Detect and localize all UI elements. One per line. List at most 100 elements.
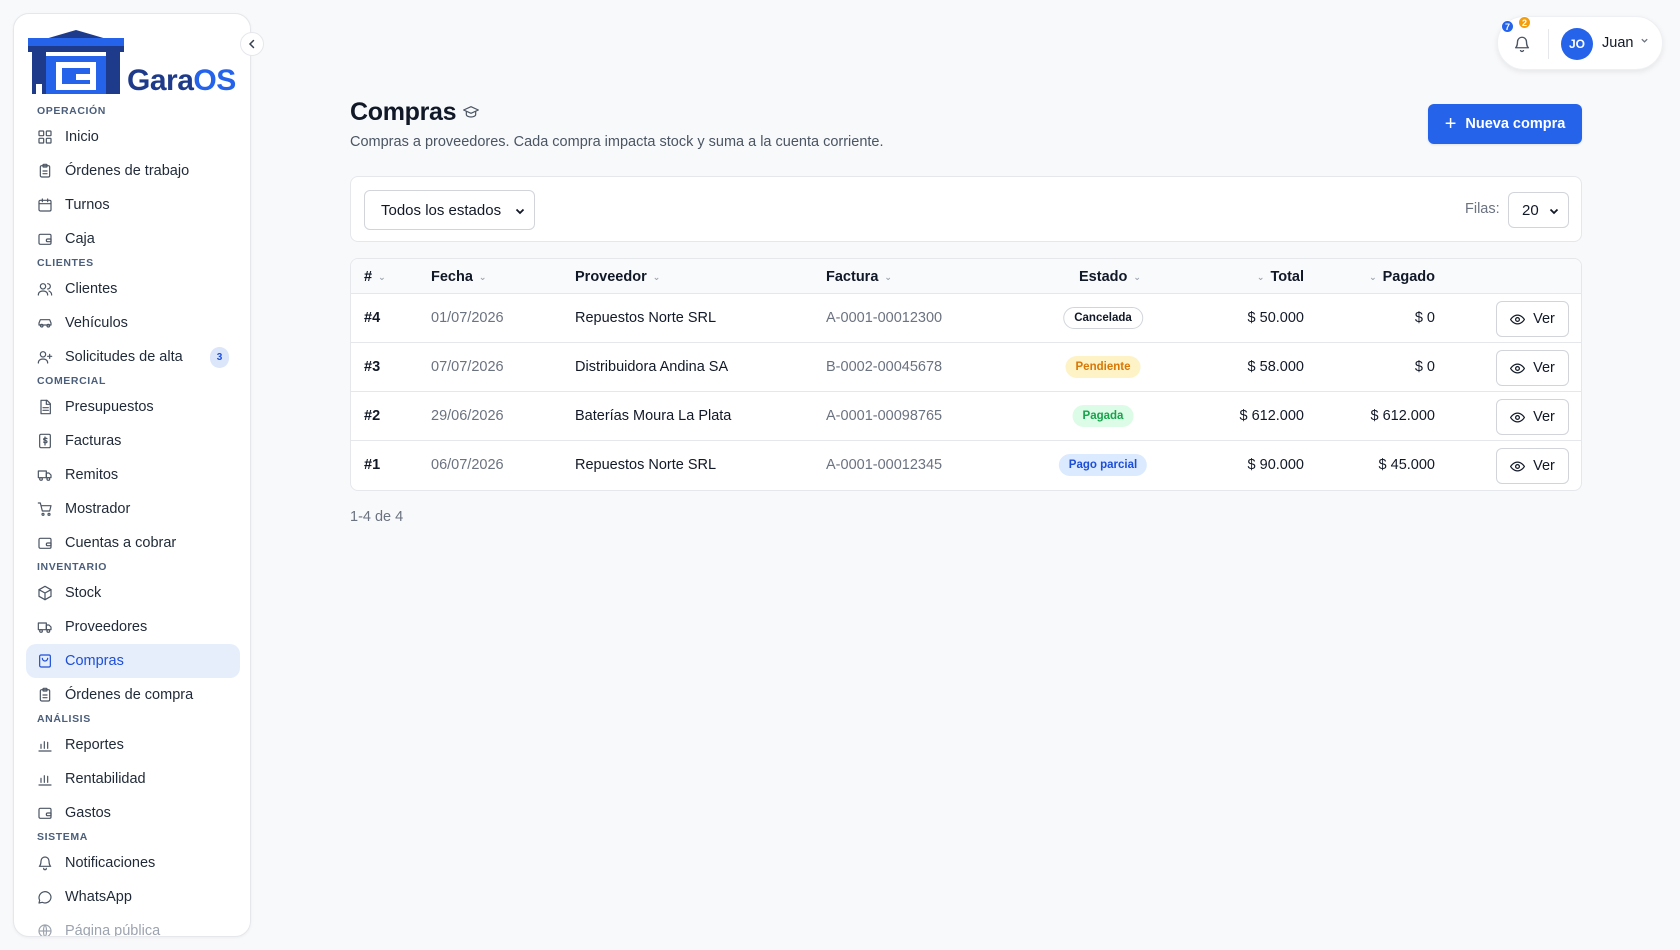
sidebar-item-label: Compras: [65, 653, 124, 669]
chat-icon: [37, 889, 53, 905]
document-icon: [37, 399, 53, 415]
cell-factura: A-0001-00012345: [826, 457, 943, 473]
view-button[interactable]: Ver: [1496, 399, 1569, 435]
users-icon: [37, 281, 53, 297]
logo-text: GaraOS: [127, 64, 236, 97]
graduation-cap-icon[interactable]: [463, 105, 479, 124]
truck-icon: [37, 467, 53, 483]
sidebar-item-turnos[interactable]: Turnos: [26, 188, 240, 222]
invoice-icon: [37, 433, 53, 449]
cell-proveedor: Distribuidora Andina SA: [575, 359, 729, 375]
sidebar-item-presupuestos[interactable]: Presupuestos: [26, 390, 240, 424]
table-row: #2 29/06/2026 Baterías Moura La Plata A-000…: [351, 392, 1581, 441]
status-badge: Pago parcial: [1058, 454, 1148, 476]
status-badge: Pendiente: [1065, 356, 1141, 378]
column-pagado[interactable]: ⌄ Pagado: [1369, 269, 1435, 285]
rows-per-page-select[interactable]: 20: [1508, 192, 1569, 228]
column-factura[interactable]: Factura ⌄: [826, 269, 892, 285]
view-button[interactable]: Ver: [1496, 448, 1569, 484]
sidebar-item-stock[interactable]: Stock: [26, 576, 240, 610]
avatar[interactable]: JO: [1561, 28, 1593, 60]
column-proveedor[interactable]: Proveedor ⌄: [575, 269, 660, 285]
sidebar-item-vehiculos[interactable]: Vehículos: [26, 306, 240, 340]
user-name[interactable]: Juan: [1602, 35, 1633, 51]
sidebar-item-label: Inicio: [65, 129, 99, 145]
section-title-comercial: COMERCIAL: [37, 375, 106, 387]
sidebar-item-remitos[interactable]: Remitos: [26, 458, 240, 492]
sort-icon: ⌄: [1256, 271, 1265, 282]
column-id[interactable]: # ⌄: [364, 269, 386, 285]
sidebar-item-facturas[interactable]: Facturas: [26, 424, 240, 458]
garage-logo-icon: [28, 30, 124, 94]
notifications-button[interactable]: [1513, 35, 1531, 58]
cell-fecha: 29/06/2026: [431, 408, 504, 424]
cell-proveedor: Repuestos Norte SRL: [575, 310, 717, 326]
rows-per-page-label: Filas:: [1465, 201, 1500, 217]
sidebar-item-proveedores[interactable]: Proveedores: [26, 610, 240, 644]
wallet-icon: [37, 535, 53, 551]
sidebar-item-label: Caja: [65, 231, 95, 247]
status-filter-value: Todos los estados: [381, 201, 502, 219]
sidebar-item-label: Notificaciones: [65, 855, 156, 871]
alert-count-badge: 2: [1518, 16, 1531, 29]
bell-icon: [37, 855, 53, 871]
sidebar-item-gastos[interactable]: Gastos: [26, 796, 240, 830]
sidebar-item-ordenes-de-compra[interactable]: Órdenes de compra: [26, 678, 240, 712]
section-title-clientes: CLIENTES: [37, 257, 94, 269]
status-filter-select[interactable]: Todos los estados: [364, 190, 535, 230]
column-fecha[interactable]: Fecha ⌄: [431, 269, 486, 285]
view-label: Ver: [1533, 311, 1555, 327]
shopping-bag-icon: [37, 653, 53, 669]
sidebar-item-label: Remitos: [65, 467, 119, 483]
notification-count-badge: 7: [1501, 20, 1514, 33]
sidebar-item-whatsapp[interactable]: WhatsApp: [26, 880, 240, 914]
sidebar-item-notificaciones[interactable]: Notificaciones: [26, 846, 240, 880]
sidebar-item-reportes[interactable]: Reportes: [26, 728, 240, 762]
sidebar-item-pagina-publica[interactable]: Página pública: [26, 914, 240, 936]
view-label: Ver: [1533, 360, 1555, 376]
sort-icon: ⌄: [378, 271, 386, 282]
cell-pagado: $ 0: [1414, 310, 1435, 326]
sidebar-item-mostrador[interactable]: Mostrador: [26, 492, 240, 526]
cell-factura: A-0001-00012300: [826, 310, 943, 326]
sidebar-item-compras[interactable]: Compras: [26, 644, 240, 678]
truck-icon: [37, 619, 53, 635]
new-purchase-label: Nueva compra: [1465, 116, 1566, 132]
eye-icon: [1510, 362, 1526, 374]
sidebar-item-solicitudes-de-alta[interactable]: Solicitudes de alta 3: [26, 340, 240, 374]
sidebar-item-ordenes-de-trabajo[interactable]: Órdenes de trabajo: [26, 154, 240, 188]
cell-pagado: $ 612.000: [1370, 408, 1435, 424]
view-button[interactable]: Ver: [1496, 350, 1569, 386]
sidebar-item-clientes[interactable]: Clientes: [26, 272, 240, 306]
view-button[interactable]: Ver: [1496, 301, 1569, 337]
sidebar-item-label: Rentabilidad: [65, 771, 146, 787]
globe-icon: [37, 923, 53, 936]
sidebar-item-caja[interactable]: Caja: [26, 222, 240, 256]
collapse-sidebar-button[interactable]: [240, 32, 264, 56]
cell-total: $ 90.000: [1247, 457, 1304, 473]
car-icon: [37, 315, 53, 331]
sidebar-item-inicio[interactable]: Inicio: [26, 120, 240, 154]
purchases-table: # ⌄ Fecha ⌄ Proveedor ⌄ Factura ⌄ Estado ⌄ ⌄ T…: [350, 258, 1582, 491]
sidebar-item-cuentas-a-cobrar[interactable]: Cuentas a cobrar: [26, 526, 240, 560]
sidebar-item-label: Gastos: [65, 805, 111, 821]
grid-icon: [37, 129, 53, 145]
sidebar-item-label: Cuentas a cobrar: [65, 535, 177, 551]
wallet-icon: [37, 231, 53, 247]
column-total[interactable]: ⌄ Total: [1257, 269, 1304, 285]
cell-pagado: $ 0: [1414, 359, 1435, 375]
chevron-down-icon: [1548, 204, 1560, 221]
sort-icon: ⌄: [1369, 271, 1377, 282]
new-purchase-button[interactable]: + Nueva compra: [1428, 104, 1582, 144]
cell-factura: B-0002-00045678: [826, 359, 943, 375]
sidebar-item-rentabilidad[interactable]: Rentabilidad: [26, 762, 240, 796]
bar-chart-icon: [37, 737, 53, 753]
column-estado[interactable]: Estado ⌄: [1079, 269, 1141, 285]
sidebar: GaraOS OPERACIÓN Inicio Órdenes de trabajo…: [13, 13, 251, 937]
sidebar-item-label: Reportes: [65, 737, 124, 753]
table-row: #3 07/07/2026 Distribuidora Andina SA B-000…: [351, 343, 1581, 392]
chevron-down-icon[interactable]: [1640, 36, 1649, 48]
sort-icon: ⌄: [652, 271, 661, 282]
garaos-logo[interactable]: GaraOS: [26, 26, 250, 98]
sort-icon: ⌄: [478, 271, 487, 282]
